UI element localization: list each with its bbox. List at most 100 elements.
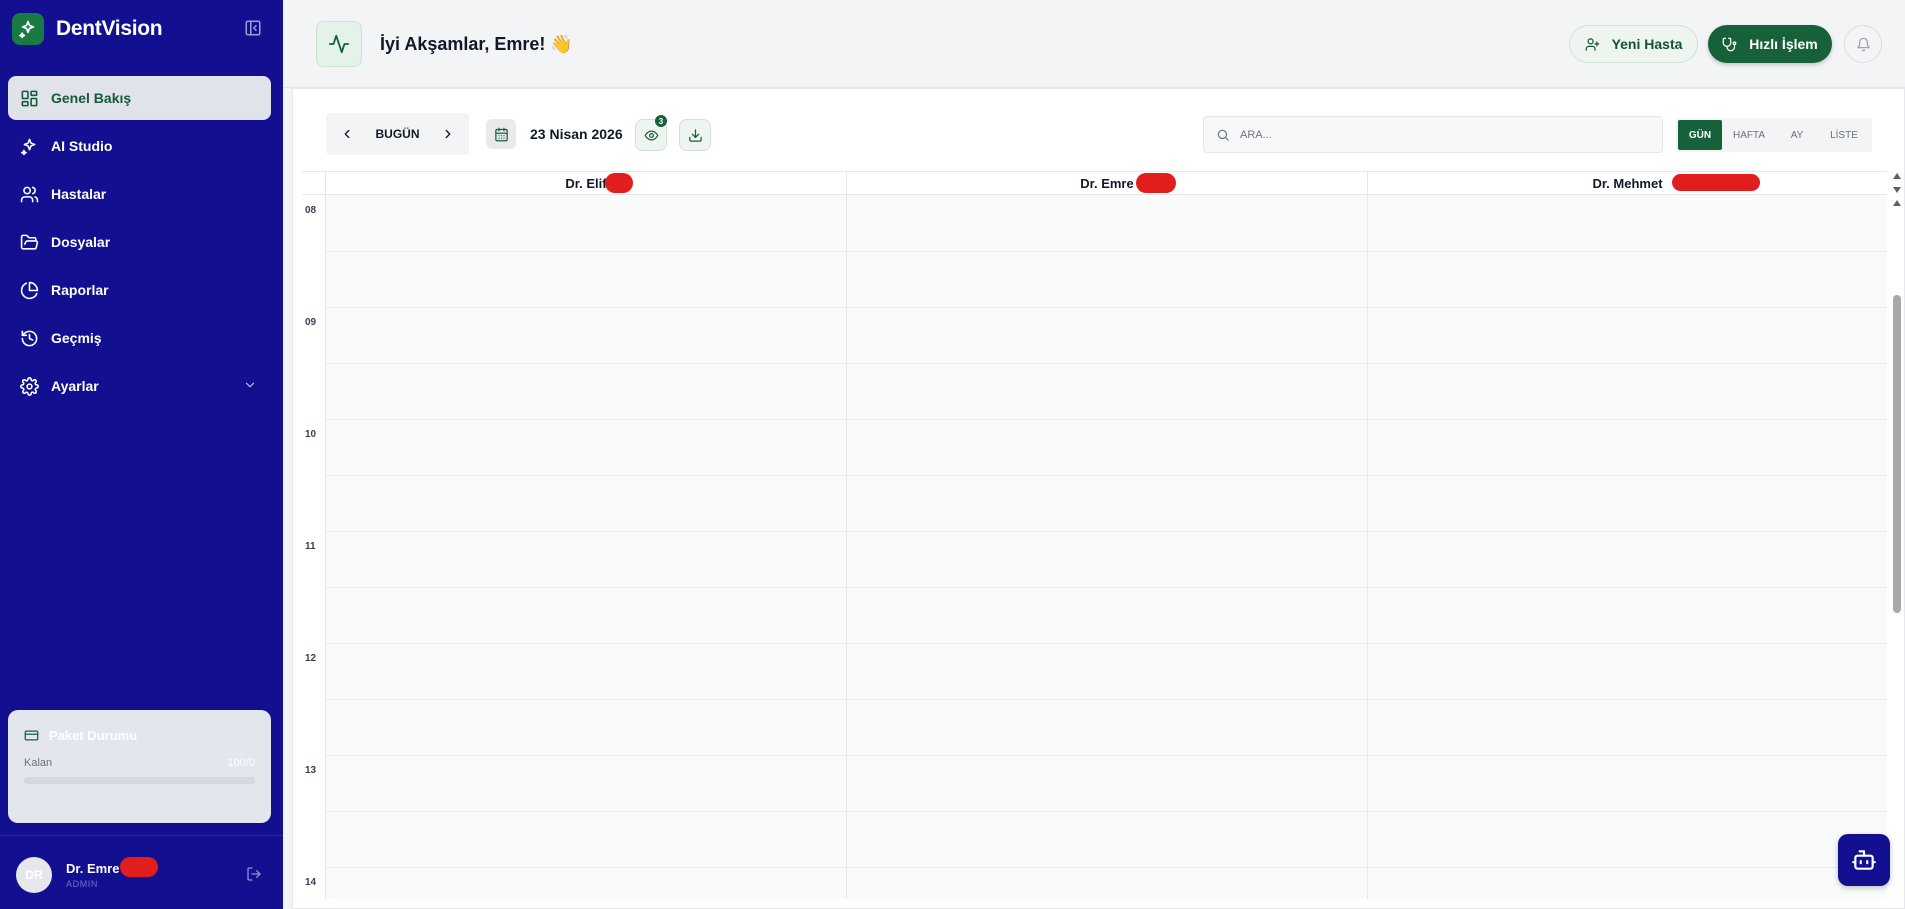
user-profile[interactable]: DR Dr. Emre ADMIN — [16, 857, 158, 893]
half-hour-line — [325, 363, 1887, 364]
logout-icon[interactable] — [246, 866, 262, 887]
hour-label: 08 — [305, 205, 317, 216]
user-plus-icon — [1585, 37, 1600, 52]
brand-logo-icon — [12, 13, 44, 45]
sidebar-divider — [0, 835, 283, 836]
sidebar-collapse-icon[interactable] — [244, 19, 262, 37]
sidebar: DentVision Genel Bakış AI Studio Hastala… — [0, 0, 283, 909]
doctor-column[interactable] — [846, 195, 1367, 899]
package-status-title: Paket Durumu — [24, 728, 255, 743]
assistant-bot-button[interactable] — [1838, 834, 1890, 886]
sidebar-item-ai-studio[interactable]: AI Studio — [8, 124, 271, 168]
brand[interactable]: DentVision — [12, 12, 163, 46]
package-remaining-label: Kalan — [24, 757, 53, 769]
view-switcher: GÜN HAFTA AY LİSTE — [1676, 118, 1872, 152]
sparkles-icon — [19, 136, 39, 156]
hour-label: 09 — [305, 317, 317, 328]
user-name-text: Dr. Emre — [66, 861, 120, 876]
sidebar-item-label: AI Studio — [51, 138, 113, 154]
calendar-header: Dr. Elif Dr. Emre Dr. Mehmet — [302, 171, 1887, 195]
credit-card-icon — [24, 728, 39, 743]
hour-label: 12 — [305, 653, 317, 664]
half-hour-line — [325, 475, 1887, 476]
eye-icon — [644, 130, 658, 140]
scroll-down-icon[interactable] — [1891, 185, 1903, 195]
scroll-thumb[interactable] — [1893, 295, 1901, 613]
hour-label: 11 — [305, 541, 316, 552]
tab-month[interactable]: AY — [1776, 120, 1818, 150]
search-box — [1203, 116, 1663, 153]
date-navigation: BUGÜN — [326, 113, 469, 155]
greeting-title: İyi Akşamlar, Emre! 👋 — [380, 34, 573, 54]
user-name: Dr. Emre — [66, 857, 158, 877]
sidebar-nav: Genel Bakış AI Studio Hastalar Dosyalar … — [8, 76, 271, 412]
doctor-name: Dr. Emre — [1080, 173, 1177, 193]
new-patient-label: Yeni Hasta — [1611, 36, 1683, 52]
sidebar-item-raporlar[interactable]: Raporlar — [8, 268, 271, 312]
redaction-mark — [1136, 173, 1177, 193]
doctor-column-header: Dr. Emre — [846, 172, 1367, 195]
package-status-card: Paket Durumu Kalan 100/0 — [8, 710, 271, 823]
settings-icon — [19, 376, 39, 396]
package-progress-bar — [24, 777, 255, 784]
folder-icon — [19, 232, 39, 252]
schedule-grid[interactable] — [325, 195, 1887, 899]
hour-line — [325, 643, 1887, 644]
hour-label: 13 — [305, 765, 317, 776]
user-info: Dr. Emre ADMIN — [66, 857, 158, 889]
visible-count-badge: 3 — [655, 115, 667, 127]
tab-list[interactable]: LİSTE — [1818, 120, 1870, 150]
sidebar-item-genel-bakis[interactable]: Genel Bakış — [8, 76, 271, 120]
calendar-icon — [494, 127, 508, 141]
doctor-column-header: Dr. Mehmet — [1367, 172, 1887, 195]
search-input[interactable] — [1240, 128, 1640, 141]
scroll-up-icon[interactable] — [1891, 198, 1903, 208]
chevron-left-icon[interactable] — [340, 127, 354, 141]
sidebar-item-gecmis[interactable]: Geçmiş — [8, 316, 271, 360]
new-patient-button[interactable]: Yeni Hasta — [1569, 25, 1698, 63]
doctor-name: Dr. Mehmet — [1592, 174, 1761, 191]
sidebar-item-label: Ayarlar — [51, 378, 99, 394]
chevron-right-icon[interactable] — [441, 127, 455, 141]
search-icon — [1217, 129, 1229, 141]
top-bar: İyi Akşamlar, Emre! 👋 Yeni Hasta Hızlı İ… — [283, 0, 1905, 88]
bot-icon — [1852, 850, 1876, 870]
current-date: 23 Nisan 2026 — [530, 126, 623, 142]
date-picker-button[interactable] — [486, 119, 516, 149]
sidebar-item-ayarlar[interactable]: Ayarlar — [8, 364, 271, 408]
scroll-up-icon[interactable] — [1891, 171, 1903, 181]
hour-label: 10 — [305, 429, 317, 440]
tab-week[interactable]: HAFTA — [1722, 120, 1776, 150]
sidebar-item-label: Hastalar — [51, 186, 107, 202]
doctor-column-header: Dr. Elif — [325, 172, 846, 195]
quick-action-button[interactable]: Hızlı İşlem — [1708, 25, 1832, 63]
half-hour-line — [325, 587, 1887, 588]
hour-line — [325, 307, 1887, 308]
sidebar-item-label: Genel Bakış — [51, 90, 132, 106]
sidebar-item-hastalar[interactable]: Hastalar — [8, 172, 271, 216]
avatar: DR — [16, 857, 52, 893]
doctor-column[interactable] — [1367, 195, 1887, 899]
hour-line — [325, 867, 1887, 868]
redaction-mark — [120, 857, 158, 877]
calendar-scrollbar[interactable] — [1887, 171, 1903, 899]
download-button[interactable] — [679, 119, 711, 151]
download-icon — [688, 128, 702, 142]
hour-line — [325, 755, 1887, 756]
doctor-column[interactable] — [325, 195, 846, 899]
tab-day[interactable]: GÜN — [1678, 120, 1722, 150]
package-remaining-value: 100/0 — [227, 757, 255, 769]
sidebar-item-dosyalar[interactable]: Dosyalar — [8, 220, 271, 264]
chevron-down-icon — [243, 378, 257, 395]
history-icon — [19, 328, 39, 348]
sidebar-item-label: Raporlar — [51, 282, 109, 298]
brand-name: DentVision — [56, 17, 163, 40]
doctor-name: Dr. Elif — [565, 173, 634, 193]
notifications-button[interactable] — [1844, 25, 1882, 63]
today-button[interactable]: BUGÜN — [376, 127, 420, 141]
user-role: ADMIN — [66, 879, 98, 889]
half-hour-line — [325, 699, 1887, 700]
quick-action-label: Hızlı İşlem — [1749, 36, 1818, 52]
doctor-name-text: Dr. Mehmet — [1592, 176, 1663, 191]
bell-icon — [1856, 37, 1870, 51]
